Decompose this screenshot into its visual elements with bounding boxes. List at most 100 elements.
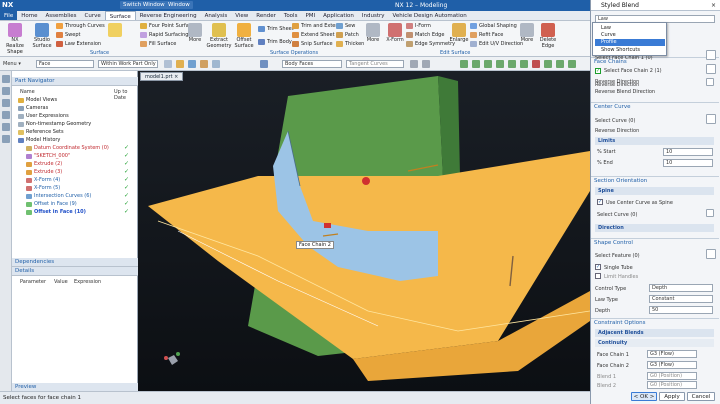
thicken-button[interactable]: Thicken — [336, 41, 364, 47]
spine-subsection[interactable]: Spine — [595, 187, 714, 195]
menu-reverse-engineering[interactable]: Reverse Engineering — [136, 11, 201, 20]
tree-item[interactable]: Extrude (3) ✓ — [26, 168, 129, 176]
follow-fillet-icon[interactable] — [422, 60, 430, 68]
file-tab[interactable]: model1.prt × — [140, 72, 184, 81]
snap-endpoint-icon[interactable] — [460, 60, 468, 68]
menu-industry[interactable]: Industry — [358, 11, 389, 20]
stop-at-intersection-icon[interactable] — [410, 60, 418, 68]
menu-home[interactable]: Home — [17, 11, 41, 20]
menu-assemblies[interactable]: Assemblies — [41, 11, 80, 20]
tree-item[interactable]: Offset in Face (10) ✓ — [26, 208, 129, 216]
delete-edge-button[interactable]: Delete Edge — [538, 23, 558, 49]
section-orientation-section[interactable]: Section Orientation — [591, 176, 719, 185]
menu-application[interactable]: Application — [319, 11, 358, 20]
tree-item[interactable]: X-Form (5) ✓ — [26, 184, 129, 192]
snip-surface-button[interactable]: Snip Surface — [292, 41, 333, 47]
tree-item[interactable]: Reference Sets — [18, 129, 64, 136]
option-show-shortcuts[interactable]: Show Shortcuts — [595, 47, 665, 54]
tree-item[interactable]: X-Form (4) ✓ — [26, 176, 129, 184]
menu-dropdown[interactable]: Menu ▾ — [3, 61, 21, 67]
face-chain-1-continuity-select[interactable]: G3 (Flow) — [647, 350, 697, 358]
face-chain-2-continuity-select[interactable]: G3 (Flow) — [647, 361, 697, 369]
snap-center-icon[interactable] — [508, 60, 516, 68]
type-filter-select[interactable]: Face — [36, 60, 94, 68]
menu-render[interactable]: Render — [252, 11, 280, 20]
menu-pmi[interactable]: PMI — [301, 11, 319, 20]
constraint-options-section[interactable]: Constraint Options — [591, 318, 719, 327]
studio-surface-button[interactable]: Studio Surface — [30, 23, 54, 49]
extract-geometry-button[interactable]: Extract Geometry — [206, 23, 232, 49]
column-up-to-date[interactable]: Up to Date — [114, 89, 137, 101]
curve-rule-select[interactable]: Tangent Curves — [346, 60, 404, 68]
pct-end-input[interactable]: 10 — [663, 159, 713, 167]
blend-1-select[interactable]: G0 (Position) — [647, 372, 697, 380]
trim-and-extend-button[interactable]: Trim and Extend — [292, 23, 342, 29]
law-type-select[interactable]: Constant — [649, 295, 713, 303]
snap-tangent-icon[interactable] — [568, 60, 576, 68]
tree-item[interactable]: Model History — [18, 137, 60, 144]
face-chain-1-select-icon[interactable] — [706, 50, 716, 60]
tree-item[interactable]: Cameras — [18, 105, 48, 112]
face-chain-2-select-icon[interactable] — [706, 64, 716, 74]
feature-select-icon[interactable] — [706, 249, 716, 259]
option-profile[interactable]: Profile — [595, 39, 665, 46]
tree-item[interactable]: "SKETCH_000" ✓ — [26, 152, 129, 160]
column-name[interactable]: Name — [20, 89, 35, 95]
law-extension-button[interactable]: Law Extension — [56, 41, 101, 47]
snap-quadrant-icon[interactable] — [520, 60, 528, 68]
tree-item[interactable]: Datum Coordinate System (0) ✓ — [26, 144, 129, 152]
control-type-select[interactable]: Depth — [649, 284, 713, 292]
limits-subsection[interactable]: Limits — [595, 137, 714, 145]
sew-button[interactable]: Sew — [336, 23, 355, 29]
tree-item[interactable]: Offset in Face (9) ✓ — [26, 200, 129, 208]
graphics-viewport[interactable]: Face Chain 2 — [138, 71, 591, 391]
tree-item[interactable]: Model Views — [18, 97, 57, 104]
curve-select-icon[interactable] — [706, 114, 716, 124]
snap-bounded-icon[interactable] — [556, 60, 564, 68]
tree-item[interactable]: Non-timestamp Geometry — [18, 121, 91, 128]
more-edit-button[interactable]: More — [518, 23, 536, 43]
face-filter-icon[interactable] — [200, 60, 208, 68]
constraint-navigator-tab-icon[interactable] — [2, 99, 10, 107]
reuse-library-tab-icon[interactable] — [2, 111, 10, 119]
body-filter-icon[interactable] — [212, 60, 220, 68]
menu-vehicle-design[interactable]: Vehicle Design Automation — [389, 11, 471, 20]
nx-realize-shape-button[interactable]: NX Realize Shape — [2, 23, 28, 55]
details-panel[interactable]: Details — [12, 267, 138, 276]
menu-file[interactable]: File — [0, 11, 18, 20]
ok-button[interactable]: < OK > — [631, 392, 657, 401]
apply-button[interactable]: Apply — [659, 392, 685, 401]
snap-on-face-icon[interactable] — [544, 60, 552, 68]
face-rule-select[interactable]: Body Faces — [282, 60, 342, 68]
select-all-icon[interactable] — [176, 60, 184, 68]
snap-midpoint-icon[interactable] — [472, 60, 480, 68]
single-tube-checkbox[interactable]: ✓ — [595, 264, 601, 270]
surface-tool-button[interactable] — [104, 23, 126, 37]
assembly-navigator-tab-icon[interactable] — [2, 87, 10, 95]
trim-sheet-button[interactable]: Trim Sheet — [258, 26, 294, 32]
through-curves-button[interactable]: Through Curves — [56, 23, 105, 29]
menu-curve[interactable]: Curve — [81, 11, 105, 20]
x-form-button[interactable]: X-Form — [384, 23, 406, 43]
tree-item[interactable]: Extrude (2) ✓ — [26, 160, 129, 168]
tree-item[interactable]: Intersection Curves (6) ✓ — [26, 192, 129, 200]
edit-uv-direction-button[interactable]: Edit U/V Direction — [470, 41, 523, 47]
switch-window-button[interactable]: Switch Window — [120, 1, 168, 9]
snap-control-icon[interactable] — [484, 60, 492, 68]
more-surface-button[interactable]: More — [186, 23, 204, 43]
i-form-button[interactable]: I-Form — [406, 23, 431, 29]
part-navigator-tab-icon[interactable] — [2, 75, 10, 83]
menu-analysis[interactable]: Analysis — [201, 11, 232, 20]
snap-point-on-icon[interactable] — [532, 60, 540, 68]
curve-2-select-icon[interactable] — [706, 209, 714, 217]
rapid-surfacing-button[interactable]: Rapid Surfacing — [140, 32, 188, 38]
scope-select[interactable]: Within Work Part Only — [98, 60, 158, 68]
enlarge-button[interactable]: Enlarge — [448, 23, 470, 43]
center-curve-section[interactable]: Center Curve — [591, 102, 719, 111]
offset-surface-button[interactable]: Offset Surface — [232, 23, 256, 49]
option-curve[interactable]: Curve — [595, 32, 665, 39]
snap-intersection-icon[interactable] — [496, 60, 504, 68]
menu-tools[interactable]: Tools — [280, 11, 302, 20]
close-icon[interactable]: × — [711, 2, 716, 9]
use-center-curve-checkbox[interactable]: ✓ — [597, 199, 603, 205]
